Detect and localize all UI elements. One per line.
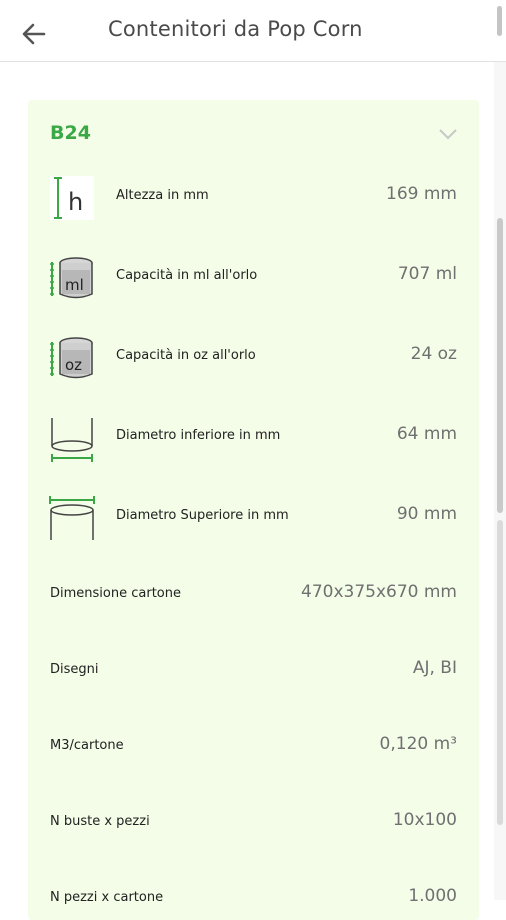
- info-row-pieces-carton: N pezzi x cartone 1.000: [28, 880, 479, 920]
- height-icon: h: [48, 174, 96, 222]
- svg-text:h: h: [68, 188, 83, 216]
- page-title: Contenitori da Pop Corn: [108, 17, 363, 41]
- info-value: AJ, BI: [412, 658, 457, 678]
- bottom-diameter-icon: [48, 414, 96, 462]
- top-diameter-icon: [48, 494, 96, 542]
- chevron-down-icon: [439, 129, 457, 140]
- back-button[interactable]: [18, 18, 50, 50]
- scrollbar-track-lower: [497, 520, 503, 825]
- spec-label: Diametro inferiore in mm: [116, 428, 281, 443]
- info-value: 470x375x670 mm: [301, 582, 457, 602]
- spec-label: Altezza in mm: [116, 188, 209, 203]
- expand-toggle[interactable]: [437, 126, 459, 142]
- info-value: 0,120 m³: [379, 734, 457, 754]
- product-code: B24: [50, 122, 91, 144]
- info-row-carton-size: Dimensione cartone 470x375x670 mm: [28, 576, 479, 616]
- info-value: 1.000: [408, 886, 457, 906]
- app-bar: Contenitori da Pop Corn: [0, 0, 506, 62]
- scrollbar-thumb[interactable]: [497, 218, 503, 513]
- info-label: Disegni: [50, 662, 99, 677]
- spec-row-capacity-oz: oz Capacità in oz all'orlo 24 oz: [28, 328, 479, 388]
- spec-value: 64 mm: [396, 424, 457, 444]
- spec-value: 707 ml: [397, 264, 457, 284]
- capacity-ml-icon: ml: [48, 254, 96, 302]
- spec-label: Diametro Superiore in mm: [116, 508, 289, 523]
- info-label: N buste x pezzi: [50, 814, 150, 829]
- spec-label: Capacità in oz all'orlo: [116, 348, 256, 363]
- arrow-left-icon: [22, 23, 46, 45]
- spec-row-top-diameter: Diametro Superiore in mm 90 mm: [28, 488, 479, 548]
- spec-label: Capacità in ml all'orlo: [116, 268, 258, 283]
- info-row-bags-pieces: N buste x pezzi 10x100: [28, 804, 479, 844]
- info-label: Dimensione cartone: [50, 586, 181, 601]
- product-card: B24 h Altezza in mm 169 mm ml Capacità i…: [28, 100, 479, 920]
- info-value: 10x100: [392, 810, 457, 830]
- info-label: M3/cartone: [50, 738, 124, 753]
- spec-row-bottom-diameter: Diametro inferiore in mm 64 mm: [28, 408, 479, 468]
- spec-row-capacity-ml: ml Capacità in ml all'orlo 707 ml: [28, 248, 479, 308]
- spec-value: 169 mm: [386, 184, 457, 204]
- top-scrollbar[interactable]: [497, 6, 502, 36]
- svg-text:ml: ml: [65, 276, 84, 294]
- capacity-oz-icon: oz: [48, 334, 96, 382]
- spec-value: 24 oz: [410, 344, 457, 364]
- info-label: N pezzi x cartone: [50, 890, 164, 905]
- info-row-designs: Disegni AJ, BI: [28, 652, 479, 692]
- spec-row-height: h Altezza in mm 169 mm: [28, 168, 479, 228]
- spec-value: 90 mm: [396, 504, 457, 524]
- svg-text:oz: oz: [65, 356, 82, 374]
- info-row-m3-carton: M3/cartone 0,120 m³: [28, 728, 479, 768]
